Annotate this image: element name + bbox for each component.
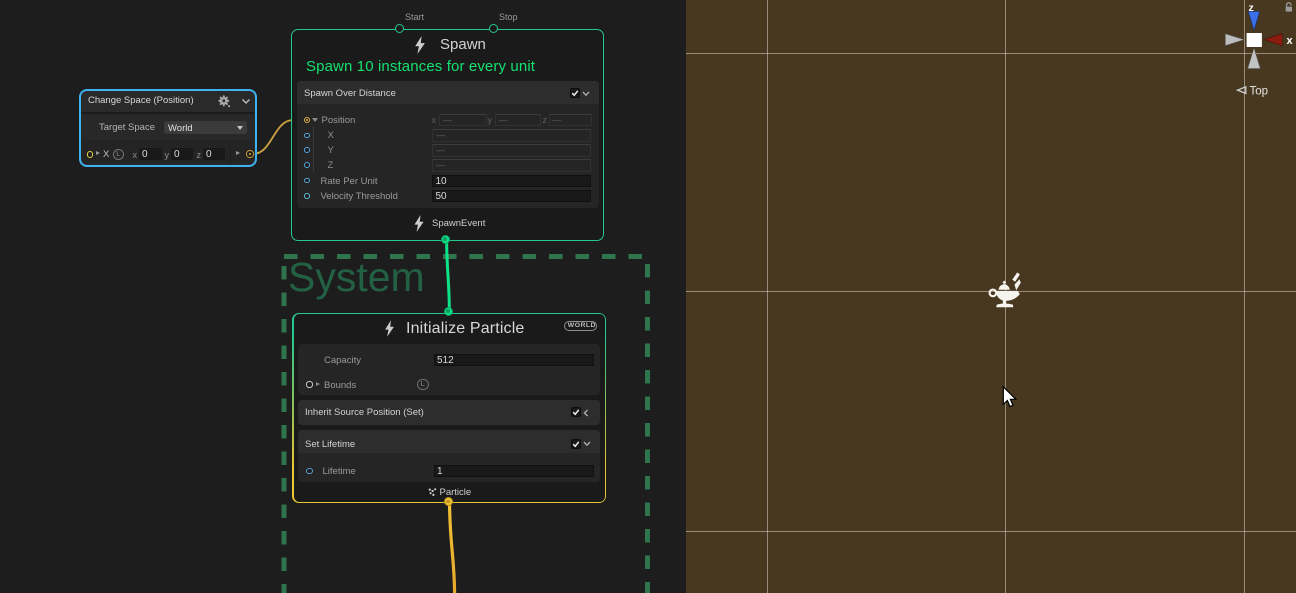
svg-text:Top: Top (1250, 86, 1269, 98)
svg-text:x: x (1287, 35, 1294, 47)
